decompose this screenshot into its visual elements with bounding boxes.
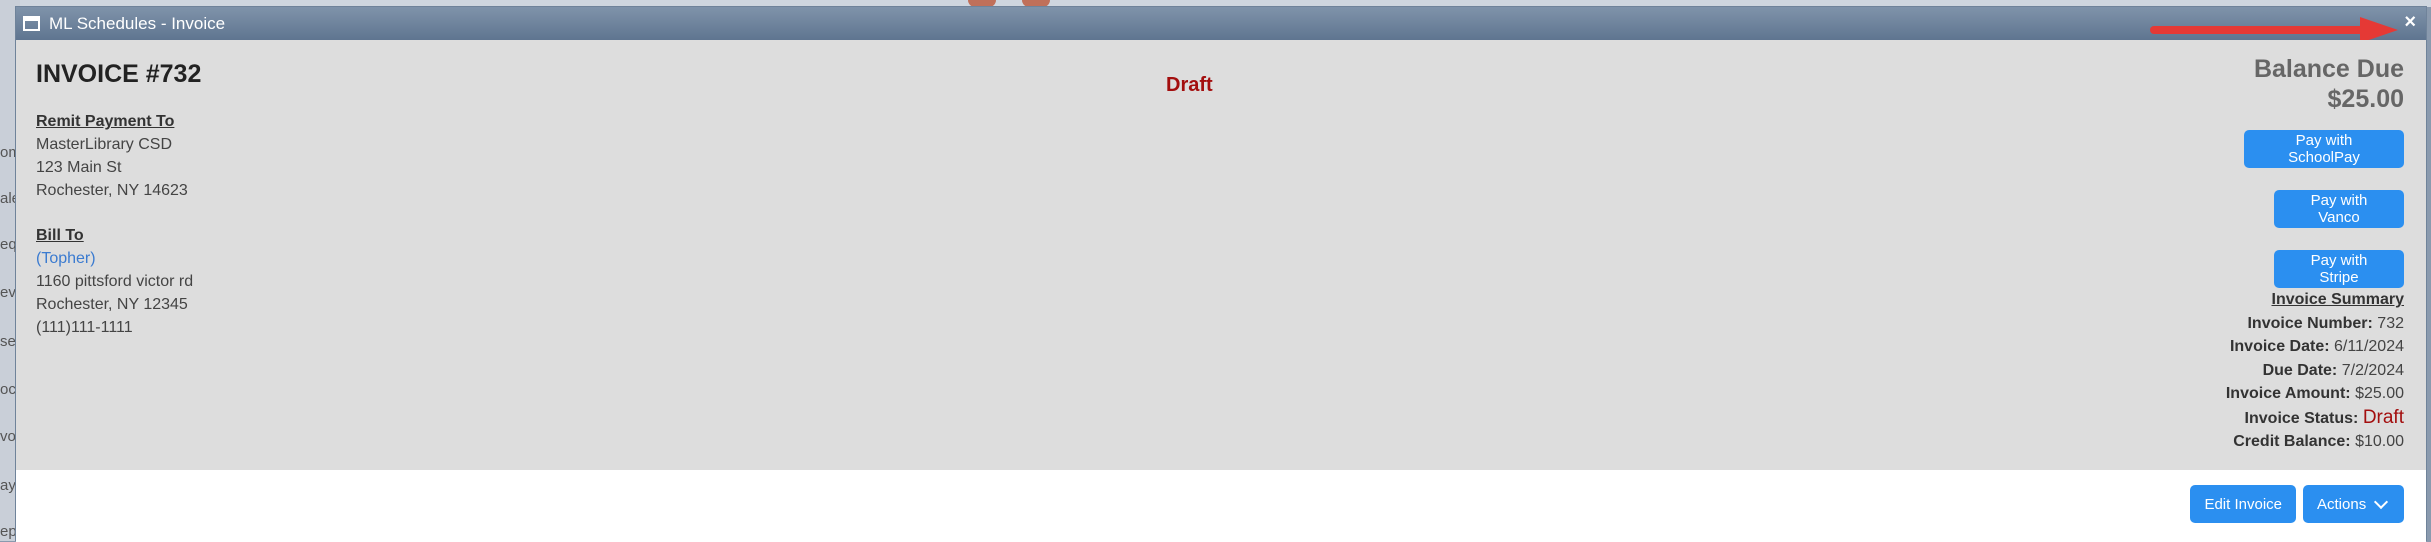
bill-to-block: Bill To (Topher) 1160 pittsford victor r… [36, 224, 193, 339]
balance-label: Balance Due [2253, 55, 2404, 83]
remit-payment-block: Remit Payment To MasterLibrary CSD 123 M… [36, 110, 188, 202]
status-badge: Draft [2362, 406, 2404, 428]
remit-city: Rochester, NY 14623 [36, 182, 188, 199]
bill-name-link[interactable]: (Topher) [36, 247, 193, 270]
invoice-summary: Invoice Summary Invoice Number: 732 Invo… [2226, 288, 2404, 454]
bill-heading: Bill To [36, 227, 84, 244]
chevron-down-icon [2374, 494, 2389, 510]
summary-invoice-date: Invoice Date: 6/11/2024 [2229, 338, 2404, 355]
close-icon[interactable]: × [2404, 11, 2416, 34]
actions-dropdown-button[interactable]: Actions [2303, 485, 2404, 523]
invoice-dialog: ML Schedules - Invoice × INVOICE #732 Dr… [15, 6, 2427, 542]
invoice-content: INVOICE #732 Draft Remit Payment To Mast… [16, 40, 2426, 470]
dialog-footer: Edit Invoice Actions [16, 470, 2426, 542]
background-text: oc [0, 381, 16, 398]
background-text: vo [0, 428, 16, 445]
summary-invoice-status: Invoice Status: Draft [2244, 406, 2404, 428]
summary-invoice-amount: Invoice Amount: $25.00 [2225, 385, 2404, 402]
summary-credit-balance: Credit Balance: $10.00 [2233, 433, 2404, 450]
summary-due-date: Due Date: 7/2/2024 [2262, 361, 2404, 379]
pay-vanco-button[interactable]: Pay with Vanco [2274, 190, 2404, 228]
bill-city: Rochester, NY 12345 [36, 296, 188, 313]
remit-heading: Remit Payment To [36, 113, 175, 130]
invoice-title: INVOICE #732 [36, 60, 202, 88]
bill-phone: (111)111-1111 [36, 319, 133, 336]
edit-invoice-button[interactable]: Edit Invoice [2190, 485, 2296, 523]
summary-invoice-number: Invoice Number: 732 [2247, 314, 2404, 332]
pay-stripe-button[interactable]: Pay with Stripe [2274, 250, 2404, 288]
bill-street: 1160 pittsford victor rd [36, 273, 194, 290]
summary-heading: Invoice Summary [2271, 291, 2405, 308]
window-icon [23, 16, 40, 31]
background-text: ay [0, 477, 16, 494]
background-text: ev [0, 284, 16, 301]
balance-due: Balance Due $25.00 [2254, 54, 2404, 114]
dialog-title: ML Schedules - Invoice [49, 13, 226, 33]
actions-label: Actions [2317, 495, 2367, 513]
draft-label: Draft [1166, 74, 1213, 96]
remit-name: MasterLibrary CSD [36, 136, 173, 153]
edit-invoice-label: Edit Invoice [2204, 495, 2282, 513]
balance-amount: $25.00 [2327, 85, 2404, 113]
dialog-titlebar[interactable]: ML Schedules - Invoice × [16, 7, 2426, 40]
background-text: se [0, 333, 16, 350]
pay-schoolpay-button[interactable]: Pay with SchoolPay [2244, 130, 2404, 168]
remit-street: 123 Main St [36, 159, 122, 176]
